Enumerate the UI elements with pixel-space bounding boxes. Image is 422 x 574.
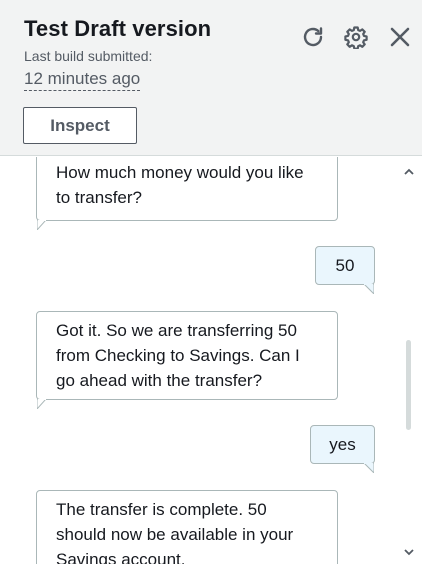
scrollbar-thumb[interactable] xyxy=(406,340,411,430)
message-line: Savings account. xyxy=(56,550,186,564)
bubble-tail xyxy=(364,463,374,473)
refresh-icon[interactable] xyxy=(300,24,326,50)
panel-header: Test Draft version Last build submitted:… xyxy=(0,0,422,156)
last-build-label: Last build submitted: xyxy=(24,48,153,64)
message-line: The transfer is complete. 50 xyxy=(56,500,267,519)
chevron-down-icon[interactable] xyxy=(402,546,416,558)
user-message: yes xyxy=(310,425,375,464)
user-message: 50 xyxy=(315,246,375,285)
test-chat-panel: Test Draft version Last build submitted:… xyxy=(0,0,422,574)
gear-icon[interactable] xyxy=(343,24,369,50)
chevron-up-icon[interactable] xyxy=(402,165,416,177)
conversation-area[interactable]: How much money would you like to transfe… xyxy=(0,157,422,564)
bot-message: Got it. So we are transferring 50 from C… xyxy=(36,311,338,400)
message-line: How much money would you like xyxy=(56,163,304,182)
message-text: yes xyxy=(329,435,356,454)
message-line: should now be available in your xyxy=(56,525,294,544)
message-text: 50 xyxy=(335,256,355,275)
bot-message: How much money would you like to transfe… xyxy=(36,157,338,221)
bot-message: The transfer is complete. 50 should now … xyxy=(36,490,338,564)
bubble-tail xyxy=(364,284,374,294)
message-line: from Checking to Savings. Can I xyxy=(56,346,300,365)
message-line: to transfer? xyxy=(56,188,142,207)
inspect-button[interactable]: Inspect xyxy=(23,107,137,144)
bubble-tail xyxy=(37,399,47,409)
last-build-time[interactable]: 12 minutes ago xyxy=(24,69,141,91)
bubble-tail xyxy=(37,220,47,230)
message-line: Got it. So we are transferring 50 xyxy=(56,321,297,340)
close-icon[interactable] xyxy=(387,24,413,50)
message-line: go ahead with the transfer? xyxy=(56,371,263,390)
panel-title: Test Draft version xyxy=(24,16,212,41)
